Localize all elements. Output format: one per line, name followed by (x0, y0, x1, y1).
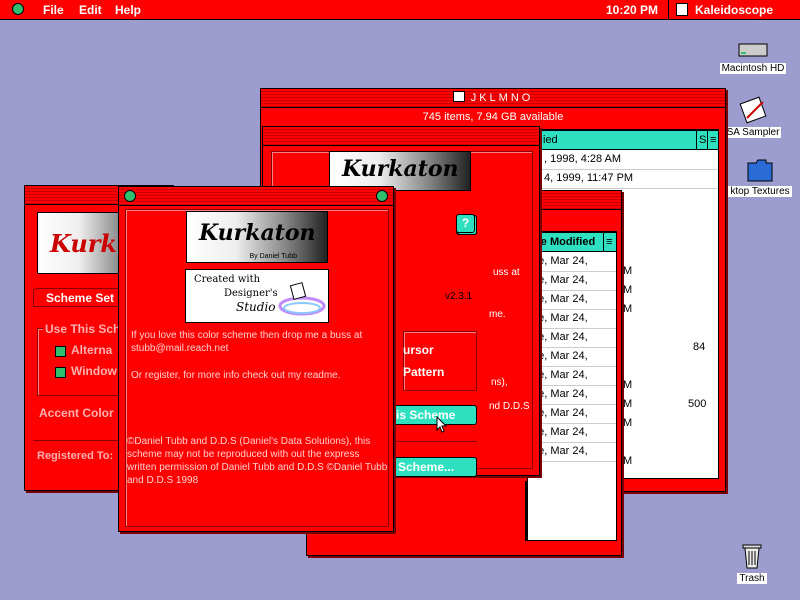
help-question-icon: ? (461, 216, 470, 230)
checkbox-alternate[interactable] (55, 346, 66, 357)
registered-to-label: Registered To: (37, 450, 114, 462)
designers-studio-badge: Created with Designer's Studio (185, 269, 329, 323)
checkbox-window[interactable] (55, 367, 66, 378)
list-item[interactable]: 4, 1999, 11:47 PM (540, 169, 718, 189)
desktop-icon-textures[interactable]: ktop Textures (722, 155, 798, 197)
list-item[interactable]: , 1998, 4:28 AM (540, 150, 718, 170)
zoom-box-icon[interactable] (376, 190, 388, 202)
close-box-icon[interactable] (124, 190, 136, 202)
accent-color-label: Accent Color (39, 406, 114, 420)
app-icon (739, 96, 767, 124)
hard-drive-icon (738, 43, 768, 57)
trash-icon (742, 544, 762, 569)
desktop-icon-macintosh-hd[interactable]: Macintosh HD (716, 40, 790, 74)
application-menu-icon[interactable] (676, 3, 688, 16)
menu-help[interactable]: Help (115, 3, 141, 17)
options-group-box (403, 331, 477, 391)
desktop-icon-sampler[interactable]: SA Sampler (722, 96, 784, 138)
kurkaton-logo: Kurkaton By Daniel Tubb (186, 211, 328, 263)
studio-logo-icon (278, 282, 326, 316)
finder-title-bar[interactable]: JKLMNO (261, 89, 725, 108)
register-text: Or register, for more info check out my … (131, 370, 341, 381)
text-fragment: me. (489, 309, 506, 320)
mouse-pointer-icon (436, 416, 448, 433)
menu-divider (668, 0, 669, 19)
pattern-label[interactable]: Pattern (403, 365, 444, 379)
folder-icon (747, 159, 773, 182)
about-window[interactable]: Kurkaton By Daniel Tubb Created with Des… (118, 186, 477, 532)
column-sort-icon[interactable]: ≡ (603, 232, 616, 252)
text-fragment: uss at (493, 267, 520, 278)
divider (391, 441, 477, 442)
option-window-label[interactable]: Window (71, 364, 117, 378)
menu-bar: File Edit Help 10:20 PM Kaleidoscope (0, 0, 800, 20)
finder-window-title: JKLMNO (261, 91, 725, 104)
version-label: v2.3.1 (445, 291, 473, 302)
text-fragment: ns), (491, 377, 508, 388)
application-menu-label[interactable]: Kaleidoscope (695, 3, 773, 17)
finder-behind-column: M M M 84 M M 500 M M (623, 265, 707, 467)
apple-menu-icon[interactable] (12, 3, 24, 15)
register-scheme-button[interactable]: Scheme... (391, 457, 477, 477)
contact-text: If you love this color scheme then drop … (131, 330, 363, 354)
finder-info-bar: 745 items, 7.94 GB available (422, 111, 564, 123)
option-alternate-label[interactable]: Alterna (71, 343, 112, 357)
menu-clock[interactable]: 10:20 PM (606, 3, 658, 17)
cursor-label[interactable]: ursor (403, 343, 434, 357)
text-fragment: nd D.D.S (489, 401, 530, 412)
folder-title-icon (452, 91, 465, 102)
about-title-bar[interactable] (119, 187, 393, 206)
kurkaton-logo-back: Kurkaton (329, 151, 471, 191)
menu-file[interactable]: File (43, 3, 64, 17)
desktop-icon-trash[interactable]: Trash (728, 540, 776, 584)
column-sort-icon[interactable]: ≡ (707, 130, 718, 150)
column-header-modified[interactable]: ied (540, 130, 700, 150)
menu-edit[interactable]: Edit (79, 3, 102, 17)
kaleido-back-title-bar[interactable] (263, 127, 539, 146)
divider (525, 481, 527, 541)
group-title: Use This Sch (43, 322, 123, 336)
help-button[interactable]: ? (456, 214, 475, 233)
copyright-text: ©Daniel Tubb and D.D.S (Daniel's Data So… (127, 436, 388, 486)
use-this-scheme-button[interactable]: is Scheme (391, 405, 477, 425)
